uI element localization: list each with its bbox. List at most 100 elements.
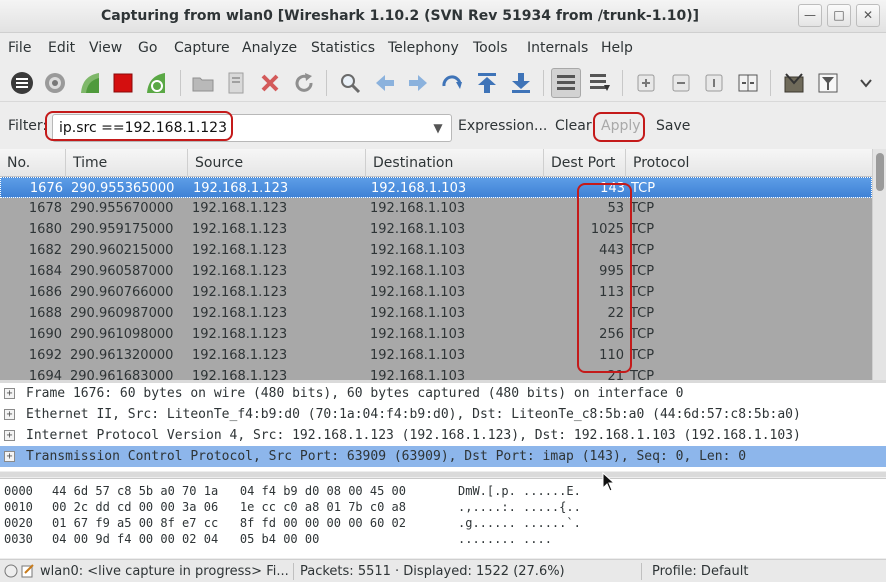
filter-label: Filter: — [8, 118, 48, 134]
detail-row-frame[interactable]: + Frame 1676: 60 bytes on wire (480 bits)… — [0, 383, 886, 404]
display-filters-icon[interactable] — [814, 69, 842, 97]
normal-size-icon[interactable] — [700, 69, 728, 97]
status-bar: wlan0: <live capture in progress> Fi... … — [0, 559, 886, 582]
table-row[interactable]: 1684 290.960587000 192.168.1.123 192.168.1.… — [0, 261, 872, 282]
open-file-icon[interactable] — [189, 69, 217, 97]
table-row[interactable]: 1676 290.955365000 192.168.1.123 192.168.1.… — [0, 177, 872, 198]
column-time[interactable]: Time — [66, 149, 188, 177]
cell-source: 192.168.1.123 — [192, 264, 288, 279]
apply-button[interactable]: Apply — [601, 118, 641, 134]
capture-comment-icon[interactable] — [21, 560, 37, 582]
options-icon[interactable] — [41, 69, 69, 97]
go-forward-icon[interactable] — [404, 69, 432, 97]
bytes-ascii[interactable]: DmW.[.p. ......E. — [458, 483, 581, 499]
expand-icon[interactable]: + — [4, 409, 15, 420]
table-row[interactable]: 1688 290.960987000 192.168.1.123 192.168.1.… — [0, 303, 872, 324]
expand-icon[interactable]: + — [4, 388, 15, 399]
cell-protocol: TCP — [631, 181, 656, 196]
menu-statistics[interactable]: Statistics — [311, 38, 375, 58]
bytes-hex[interactable]: 00 2c dd cd 00 00 3a 06 1e cc c0 a8 01 7… — [52, 499, 406, 515]
expression-button[interactable]: Expression... — [458, 118, 547, 134]
bytes-hex[interactable]: 44 6d 57 c8 5b a0 70 1a 04 f4 b9 d0 08 0… — [52, 483, 406, 499]
minimize-icon[interactable]: — — [798, 4, 822, 27]
column-no[interactable]: No. — [0, 149, 66, 177]
pane-splitter[interactable] — [0, 472, 886, 477]
expand-icon[interactable]: + — [4, 430, 15, 441]
menu-help[interactable]: Help — [601, 38, 633, 58]
detail-row-tcp[interactable]: + Transmission Control Protocol, Src Port… — [0, 446, 886, 467]
filter-input[interactable] — [52, 114, 452, 142]
reload-icon[interactable] — [290, 69, 318, 97]
cell-time: 290.959175000 — [70, 222, 174, 237]
bytes-ascii[interactable]: .g...... ......`. — [458, 515, 581, 531]
save-button[interactable]: Save — [656, 118, 690, 134]
colorize-icon[interactable] — [551, 68, 581, 98]
resize-columns-icon[interactable] — [734, 69, 762, 97]
save-file-icon[interactable] — [222, 69, 250, 97]
expand-icon[interactable]: + — [4, 451, 15, 462]
toolbar-separator — [180, 70, 181, 96]
chevron-down-icon[interactable]: ▼ — [426, 115, 450, 141]
cell-destination: 192.168.1.103 — [370, 285, 466, 300]
status-separator — [641, 563, 642, 580]
menu-internals[interactable]: Internals — [527, 38, 588, 58]
menu-view[interactable]: View — [89, 38, 122, 58]
clear-button[interactable]: Clear — [555, 118, 592, 134]
packet-list-scrollbar[interactable] — [872, 149, 886, 382]
packet-list[interactable]: No. Time Source Destination Dest Port Pr… — [0, 149, 886, 382]
menu-analyze[interactable]: Analyze — [242, 38, 297, 58]
bytes-offset[interactable]: 0020 — [4, 515, 33, 531]
expert-info-icon[interactable] — [4, 560, 20, 582]
more-icon[interactable] — [852, 69, 880, 97]
bytes-hex[interactable]: 01 67 f9 a5 00 8f e7 cc 8f fd 00 00 00 0… — [52, 515, 406, 531]
menu-tools[interactable]: Tools — [473, 38, 508, 58]
go-back-icon[interactable] — [371, 69, 399, 97]
go-first-icon[interactable] — [473, 69, 501, 97]
toolbar-separator — [326, 70, 327, 96]
stop-capture-icon[interactable] — [109, 69, 137, 97]
maximize-icon[interactable]: □ — [827, 4, 851, 27]
profile-label[interactable]: Profile: Default — [652, 560, 748, 582]
interfaces-icon[interactable] — [8, 69, 36, 97]
close-icon[interactable]: ✕ — [856, 4, 880, 27]
close-file-icon[interactable] — [256, 69, 284, 97]
bytes-offset[interactable]: 0000 — [4, 483, 33, 499]
table-row[interactable]: 1680 290.959175000 192.168.1.123 192.168.1.… — [0, 219, 872, 240]
menu-telephony[interactable]: Telephony — [388, 38, 459, 58]
toolbar-separator — [770, 70, 771, 96]
restart-capture-icon[interactable] — [142, 69, 170, 97]
menu-file[interactable]: File — [8, 38, 31, 58]
capture-filters-icon[interactable] — [780, 69, 808, 97]
cell-protocol: TCP — [630, 306, 655, 321]
table-row[interactable]: 1682 290.960215000 192.168.1.123 192.168.1.… — [0, 240, 872, 261]
detail-row-ipv4[interactable]: + Internet Protocol Version 4, Src: 192.1… — [0, 425, 886, 446]
zoom-out-icon[interactable] — [667, 69, 695, 97]
find-packet-icon[interactable] — [336, 69, 364, 97]
cell-source: 192.168.1.123 — [192, 285, 288, 300]
bytes-offset[interactable]: 0010 — [4, 499, 33, 515]
go-last-icon[interactable] — [507, 69, 535, 97]
table-row[interactable]: 1678 290.955670000 192.168.1.123 192.168.1.… — [0, 198, 872, 219]
menu-go[interactable]: Go — [138, 38, 157, 58]
table-row[interactable]: 1686 290.960766000 192.168.1.123 192.168.1.… — [0, 282, 872, 303]
table-row[interactable]: 1692 290.961320000 192.168.1.123 192.168.1.… — [0, 345, 872, 366]
zoom-in-icon[interactable] — [632, 69, 660, 97]
column-source[interactable]: Source — [188, 149, 366, 177]
cell-destination: 192.168.1.103 — [371, 181, 467, 196]
scrollbar-thumb[interactable] — [876, 153, 884, 191]
menu-edit[interactable]: Edit — [48, 38, 75, 58]
bytes-offset[interactable]: 0030 — [4, 531, 33, 547]
menu-capture[interactable]: Capture — [174, 38, 230, 58]
table-row[interactable]: 1690 290.961098000 192.168.1.123 192.168.1.… — [0, 324, 872, 345]
bytes-hex[interactable]: 04 00 9d f4 00 00 02 04 05 b4 00 00 — [52, 531, 319, 547]
start-capture-icon[interactable] — [76, 69, 104, 97]
column-dest-port[interactable]: Dest Port — [544, 149, 626, 177]
cell-protocol: TCP — [630, 285, 655, 300]
detail-row-ethernet[interactable]: + Ethernet II, Src: LiteonTe_f4:b9:d0 (70… — [0, 404, 886, 425]
autoscroll-icon[interactable] — [586, 69, 614, 97]
bytes-ascii[interactable]: .,....:. .....{.. — [458, 499, 581, 515]
column-protocol[interactable]: Protocol — [626, 149, 872, 177]
column-destination[interactable]: Destination — [366, 149, 544, 177]
go-to-packet-icon[interactable] — [438, 69, 466, 97]
bytes-ascii[interactable]: ........ .... — [458, 531, 552, 547]
